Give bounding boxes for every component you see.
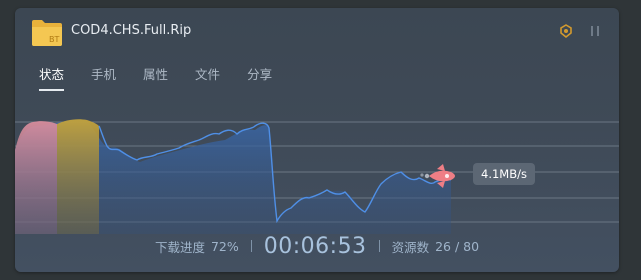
bt-folder-icon: BT [32,20,62,46]
progress-label: 下载进度 [154,239,205,255]
hat-icon[interactable] [558,23,574,39]
progress-value: 72% [210,238,239,254]
pause-icon[interactable] [587,23,603,39]
tab-mobile[interactable]: 手机 [91,66,116,88]
current-speed-badge: 4.1MB/s [473,163,535,185]
task-title: COD4.CHS.Full.Rip [71,23,192,38]
footer-divider-1 [250,240,252,252]
download-progress: 下载进度 72% [155,237,239,256]
tab-share[interactable]: 分享 [247,66,272,88]
tab-bar: 状态 手机 属性 文件 分享 [39,66,299,91]
pink-segment [15,121,57,234]
status-footer: 下载进度 72% 00:06:53 资源数 26 / 80 [15,231,619,261]
tab-properties[interactable]: 属性 [143,66,168,88]
elapsed-time: 00:06:53 [263,233,367,259]
task-header: BT COD4.CHS.Full.Rip [15,8,619,58]
footer-divider-2 [378,240,380,252]
resources-label: 资源数 [391,239,430,255]
task-detail-panel: BT COD4.CHS.Full.Rip 状态 手机 属性 文件 分享 4.1M… [15,8,619,272]
resource-count: 资源数 26 / 80 [392,237,480,256]
gold-segment [57,119,99,234]
bt-badge-text: BT [49,35,59,44]
tab-status[interactable]: 状态 [39,66,65,91]
tab-files[interactable]: 文件 [195,66,220,88]
resources-value: 26 / 80 [435,238,480,254]
